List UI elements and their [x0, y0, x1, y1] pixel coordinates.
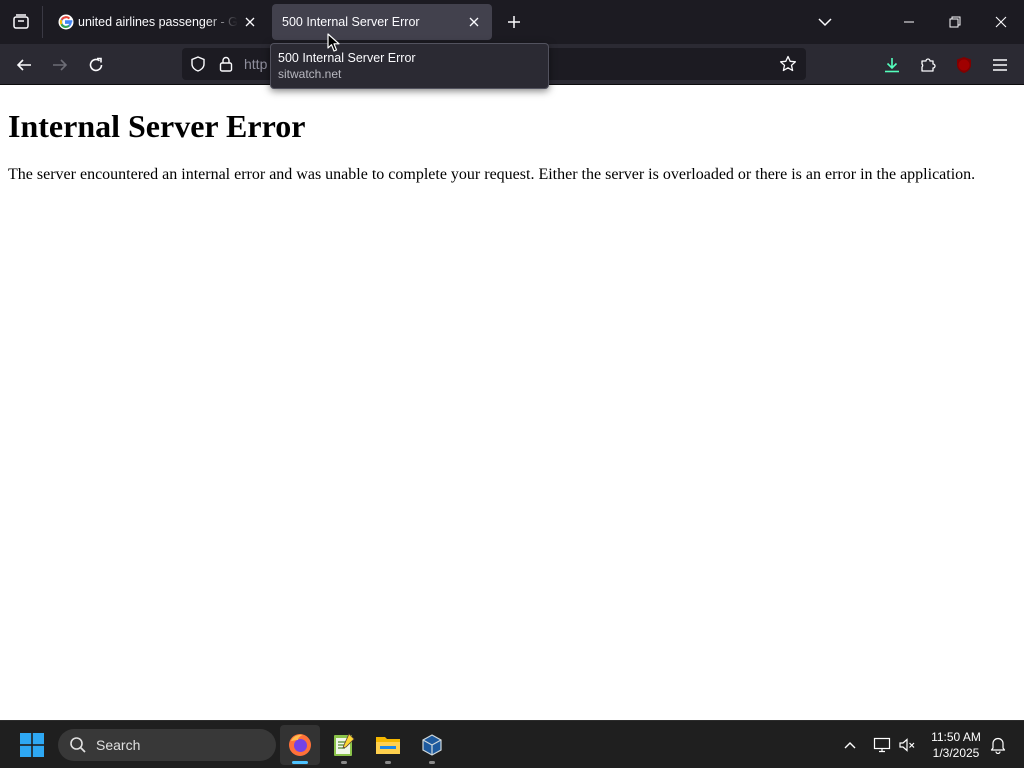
reload-icon	[89, 57, 103, 72]
restore-icon	[949, 16, 961, 28]
tab-manager-icon	[13, 14, 29, 29]
firefox-icon	[289, 734, 311, 756]
volume-button[interactable]	[893, 729, 921, 761]
running-indicator	[341, 761, 347, 764]
tab-close-button[interactable]	[462, 10, 486, 34]
network-icon	[873, 737, 891, 753]
taskbar-notepad[interactable]	[324, 725, 364, 765]
restore-button[interactable]	[932, 0, 978, 44]
tooltip-title: 500 Internal Server Error	[278, 51, 416, 65]
page-content: Internal Server Error The server encount…	[0, 86, 1024, 720]
tab-title: 500 Internal Server Error	[282, 15, 420, 29]
ublock-origin-button[interactable]	[949, 50, 979, 80]
close-icon	[245, 17, 255, 27]
search-icon	[68, 735, 88, 755]
tab-strip: united airlines passenger - Google Searc…	[0, 0, 1024, 44]
star-icon	[779, 55, 797, 72]
notepad-icon	[334, 733, 355, 756]
list-all-tabs-button[interactable]	[810, 8, 840, 36]
tab-manager-button[interactable]	[0, 0, 42, 44]
plus-icon	[508, 16, 520, 28]
app-menu-button[interactable]	[985, 50, 1015, 80]
downloads-button[interactable]	[877, 50, 907, 80]
arrow-left-icon	[16, 59, 31, 71]
forward-button[interactable]	[45, 50, 75, 80]
tab-google-search[interactable]: united airlines passenger - Google Searc…	[50, 4, 268, 40]
tracking-protection-button[interactable]	[185, 48, 211, 80]
chevron-down-icon	[818, 18, 832, 27]
windows-logo-icon	[20, 733, 44, 757]
new-tab-button[interactable]	[500, 8, 528, 36]
clock-date: 1/3/2025	[932, 746, 980, 760]
taskbar-search[interactable]: Search	[58, 729, 276, 761]
virtualbox-icon	[422, 734, 442, 756]
tab-close-button[interactable]	[238, 10, 262, 34]
tab-tooltip: 500 Internal Server Error sitwatch.net	[270, 43, 549, 89]
site-info-button[interactable]	[213, 48, 239, 80]
ublock-origin-icon	[957, 57, 971, 73]
puzzle-icon	[921, 58, 936, 72]
url-text: http	[244, 56, 268, 72]
page-title: Internal Server Error	[8, 108, 306, 144]
minimize-icon	[904, 21, 914, 23]
back-button[interactable]	[9, 50, 39, 80]
system-clock[interactable]: 11:50 AM 1/3/2025	[920, 729, 992, 761]
hamburger-menu-icon	[993, 59, 1007, 71]
google-icon	[58, 14, 74, 30]
bell-icon	[990, 737, 1006, 754]
taskbar-virtualbox[interactable]	[412, 725, 452, 765]
network-status-button[interactable]	[868, 729, 896, 761]
tab-server-error[interactable]: 500 Internal Server Error	[272, 4, 492, 40]
tab-title: united airlines passenger - Google Searc…	[78, 15, 238, 29]
start-button[interactable]	[14, 727, 50, 763]
windows-taskbar: Search 11:50 AM 1/3/2025	[0, 720, 1024, 768]
error-message: The server encountered an internal error…	[8, 166, 976, 183]
running-indicator	[385, 761, 391, 764]
clock-time: 11:50 AM	[931, 730, 981, 744]
arrow-right-icon	[53, 59, 68, 71]
running-indicator	[292, 761, 308, 764]
running-indicator	[429, 761, 435, 764]
chevron-up-icon	[844, 742, 856, 749]
tooltip-host: sitwatch.net	[278, 67, 342, 81]
close-icon	[995, 16, 1007, 28]
notifications-button[interactable]	[984, 729, 1012, 761]
taskbar-firefox[interactable]	[280, 725, 320, 765]
bookmark-button[interactable]	[774, 50, 802, 78]
download-icon	[885, 58, 899, 73]
show-hidden-icons-button[interactable]	[836, 729, 864, 761]
shield-icon	[191, 56, 205, 72]
minimize-button[interactable]	[886, 0, 932, 44]
search-placeholder: Search	[96, 737, 141, 753]
mouse-cursor-icon	[327, 33, 341, 58]
reload-button[interactable]	[81, 50, 111, 80]
file-explorer-icon	[376, 737, 400, 754]
close-icon	[469, 17, 479, 27]
tab-strip-separator	[42, 6, 43, 38]
close-window-button[interactable]	[978, 0, 1024, 44]
extensions-button[interactable]	[913, 50, 943, 80]
lock-icon	[219, 56, 233, 72]
volume-muted-icon	[899, 738, 915, 752]
taskbar-file-explorer[interactable]	[368, 725, 408, 765]
